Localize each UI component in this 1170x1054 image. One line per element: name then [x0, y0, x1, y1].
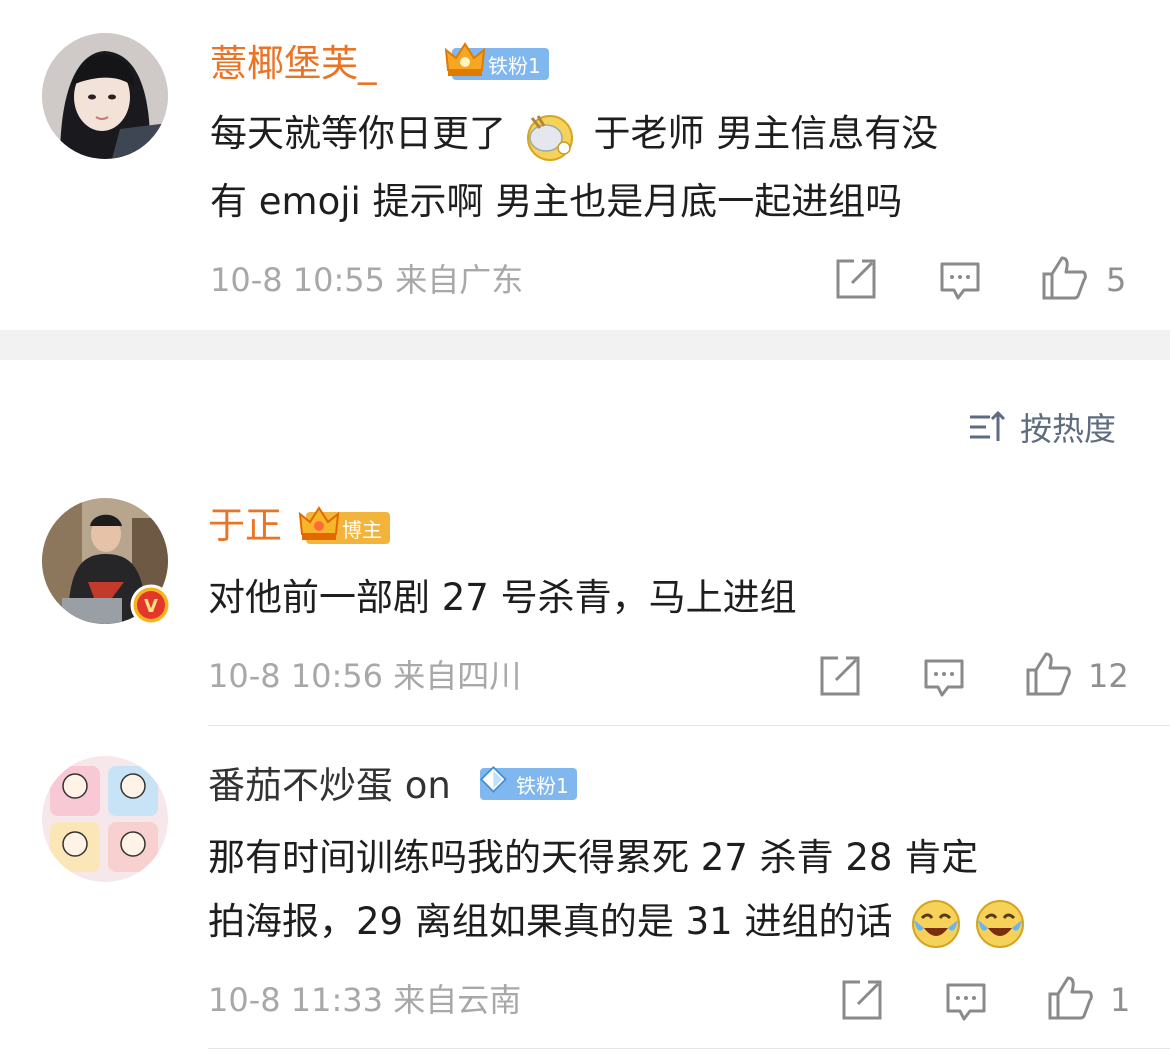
verified-icon: V [130, 584, 172, 626]
like-icon[interactable] [1046, 974, 1094, 1022]
comment-text: 每天就等你日更了 于老师 男主信息有没 [210, 100, 938, 168]
avatar[interactable] [42, 33, 168, 159]
comment-text-part: 拍海报，29 离组如果真的是 31 进组的话 [208, 900, 893, 943]
fan-badge: 铁粉1 [444, 42, 549, 80]
like-count: 1 [1110, 981, 1131, 1019]
avatar[interactable] [42, 756, 168, 882]
sort-toggle[interactable]: 按热度 [968, 404, 1116, 450]
comment-text: 那有时间训练吗我的天得累死 27 杀青 28 肯定 [208, 836, 979, 879]
crown-icon [444, 42, 486, 76]
comment-meta: 10-8 11:33 来自云南 [208, 981, 522, 1019]
comment-text-part: 每天就等你日更了 [210, 112, 506, 155]
fan-badge: 铁粉1 [479, 765, 577, 800]
comment-divider [208, 725, 1170, 726]
sort-icon [970, 410, 1006, 441]
comment-meta: 10-8 10:55 来自广东 [210, 261, 524, 299]
section-divider [0, 330, 1170, 360]
like-icon[interactable] [1040, 254, 1088, 302]
comment-card-1: 薏椰堡芙_ 铁粉1 每天就等你日更了 于老师 男主信息有没 有 emoji 提示… [0, 0, 1170, 330]
badge-label: 铁粉1 [516, 773, 569, 798]
comment-card-3: 番茄不炒蛋 on 铁粉1 那有时间训练吗我的天得累死 27 杀青 28 肯定 拍… [0, 740, 1170, 1054]
diamond-icon [479, 765, 507, 793]
comment-divider [208, 1048, 1170, 1049]
laugh-cry-emoji-icon [912, 899, 961, 948]
share-icon[interactable] [834, 257, 878, 301]
comment-icon[interactable] [938, 258, 982, 302]
comment-meta: 10-8 10:56 来自四川 [208, 657, 522, 695]
crown-icon [298, 506, 340, 540]
comment-text-part: 于老师 男主信息有没 [593, 112, 939, 155]
verified-label: V [144, 596, 158, 617]
badge-label: 博主 [342, 517, 382, 542]
sort-label: 按热度 [1020, 410, 1117, 448]
comment-icon[interactable] [922, 655, 966, 699]
username[interactable]: 薏椰堡芙_ [210, 42, 377, 86]
badge-label: 铁粉1 [488, 53, 541, 78]
comment-icon[interactable] [944, 979, 988, 1023]
like-count: 12 [1088, 657, 1129, 695]
like-count: 5 [1106, 261, 1127, 299]
comment-text: 对他前一部剧 27 号杀青，马上进组 [208, 576, 797, 619]
like-icon[interactable] [1024, 650, 1072, 698]
comment-text-line2: 拍海报，29 离组如果真的是 31 进组的话 [208, 888, 1032, 956]
share-icon[interactable] [818, 654, 862, 698]
sweat-emoji-icon [526, 114, 573, 161]
username[interactable]: 番茄不炒蛋 on [208, 764, 451, 808]
laugh-cry-emoji-icon [976, 899, 1025, 948]
share-icon[interactable] [840, 978, 884, 1022]
comment-card-2: V 于正 博主 对他前一部剧 27 号杀青，马上进组 10-8 10:56 来自… [0, 480, 1170, 725]
comment-text-line2: 有 emoji 提示啊 男主也是月底一起进组吗 [210, 180, 903, 223]
username[interactable]: 于正 [208, 504, 282, 548]
blogger-badge: 博主 [298, 506, 390, 544]
